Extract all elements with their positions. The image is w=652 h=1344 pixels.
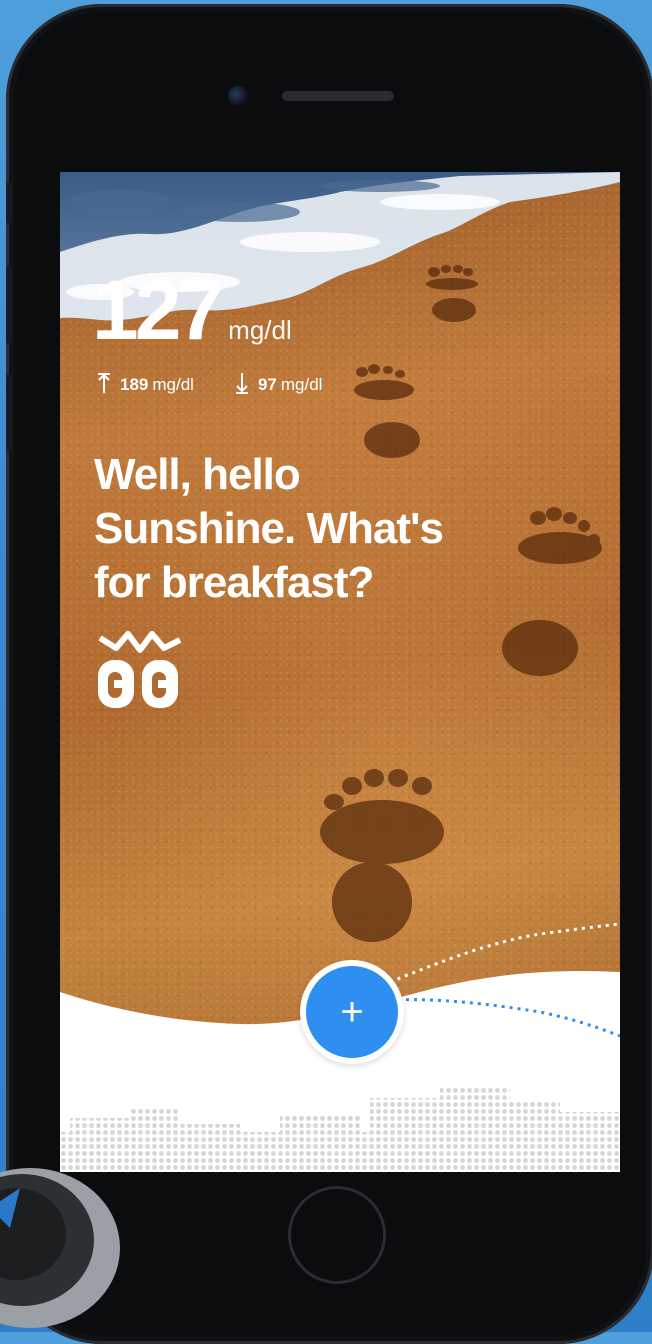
front-camera — [228, 86, 248, 106]
home-button[interactable] — [288, 1186, 386, 1284]
glucose-reading: 127 mg/dl — [92, 268, 292, 352]
greeting-message: Well, hello Sunshine. What's for breakfa… — [94, 448, 544, 610]
mute-switch — [6, 182, 12, 224]
greeting-line-2: Sunshine. What's — [94, 504, 444, 553]
app-screen: 127 mg/dl 189 mg/dl 97 mg/dl Well, hello — [60, 172, 620, 1172]
arrow-down-icon — [234, 372, 250, 398]
high-value: 189 — [120, 375, 149, 394]
app-logo-icon — [98, 631, 182, 708]
glucose-sensor-device — [0, 1168, 120, 1328]
low-unit: mg/dl — [280, 375, 323, 394]
glucose-unit: mg/dl — [228, 315, 292, 345]
volume-up-button — [6, 266, 12, 344]
volume-down-button — [6, 374, 12, 452]
glucose-high: 189 mg/dl — [96, 372, 194, 398]
glucose-value: 127 — [92, 263, 224, 357]
greeting-line-3: for breakfast? — [94, 558, 374, 607]
arrow-up-icon — [96, 372, 112, 398]
add-entry-button[interactable]: + — [300, 960, 404, 1064]
high-unit: mg/dl — [152, 375, 194, 394]
glucose-range: 189 mg/dl 97 mg/dl — [96, 372, 322, 398]
phone-frame: 127 mg/dl 189 mg/dl 97 mg/dl Well, hello — [6, 4, 652, 1344]
plus-icon: + — [340, 989, 364, 1034]
earpiece-speaker — [282, 91, 394, 101]
greeting-line-1: Well, hello — [94, 450, 301, 499]
low-value: 97 — [257, 375, 277, 394]
glucose-low: 97 mg/dl — [234, 372, 323, 398]
